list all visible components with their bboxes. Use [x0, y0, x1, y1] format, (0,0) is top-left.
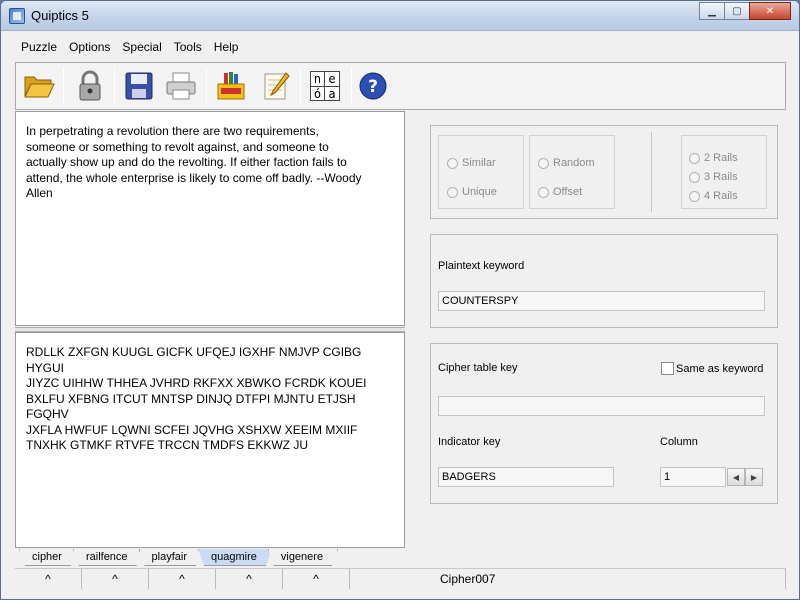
radio-offset[interactable]: Offset [538, 186, 582, 198]
close-button[interactable]: ✕ [749, 2, 791, 20]
nea-letters-icon: n e ó a [310, 71, 340, 101]
lock-icon [79, 70, 101, 101]
options-group: Similar Unique Random Offset 2 Rails 3 R… [430, 125, 778, 219]
edit-button[interactable] [259, 69, 293, 103]
column-increment-button[interactable]: ▶ [745, 468, 763, 486]
save-icon [125, 72, 153, 100]
status-caret: ^ [283, 569, 350, 589]
cipher-table-key-input[interactable] [438, 396, 765, 416]
nea-letter: n [311, 72, 325, 87]
nea-letter: ó [311, 87, 325, 101]
radio-label: Unique [462, 186, 497, 198]
menu-special[interactable]: Special [116, 39, 167, 57]
status-caret: ^ [15, 569, 82, 589]
nea-button[interactable]: n e ó a [308, 69, 342, 103]
column-label: Column [660, 436, 698, 448]
same-as-keyword-label: Same as keyword [676, 363, 764, 375]
radio-label: 3 Rails [704, 171, 738, 183]
maximize-button[interactable]: ▢ [724, 2, 750, 20]
notepad-pencil-icon [264, 72, 290, 100]
menu-options[interactable]: Options [63, 39, 116, 57]
status-bar: ^ ^ ^ ^ ^ Cipher007 [15, 568, 786, 589]
menu-help[interactable]: Help [208, 39, 245, 57]
status-caret: ^ [82, 569, 149, 589]
status-caret: ^ [149, 569, 216, 589]
window-controls: ▁ ▢ ✕ [699, 2, 791, 20]
help-icon: ? [359, 72, 387, 100]
radio-dot [689, 190, 700, 202]
indicator-key-input[interactable]: BADGERS [438, 467, 614, 487]
cipher-tabs: cipher railfence playfair quagmire vigen… [19, 549, 334, 566]
same-as-keyword-checkbox[interactable] [661, 362, 674, 375]
close-icon: ✕ [765, 5, 775, 17]
menu-puzzle[interactable]: Puzzle [15, 39, 63, 57]
crayons-button[interactable] [214, 69, 248, 103]
radio-label: Similar [462, 157, 496, 169]
radio-label: Random [553, 157, 595, 169]
app-icon[interactable] [9, 8, 25, 24]
printer-icon [166, 72, 196, 100]
column-decrement-button[interactable]: ◀ [727, 468, 745, 486]
nea-letter: a [328, 87, 336, 101]
plaintext-keyword-input[interactable]: COUNTERSPY [438, 291, 765, 311]
tab-playfair[interactable]: playfair [139, 549, 202, 566]
column-input[interactable]: 1 [660, 467, 726, 487]
tab-railfence[interactable]: railfence [73, 549, 143, 566]
open-button[interactable] [22, 69, 56, 103]
radio-dot [447, 157, 458, 169]
radio-label: 4 Rails [704, 190, 738, 202]
minimize-button[interactable]: ▁ [699, 2, 725, 20]
tab-quagmire[interactable]: quagmire [198, 549, 272, 566]
radio-label: 2 Rails [704, 152, 738, 164]
lock-button[interactable] [73, 69, 107, 103]
radio-label: Offset [553, 186, 583, 198]
radio-random[interactable]: Random [538, 157, 595, 169]
radio-3-rails[interactable]: 3 Rails [689, 171, 738, 183]
print-button[interactable] [164, 69, 198, 103]
radio-dot [689, 152, 700, 164]
indicator-key-label: Indicator key [438, 436, 501, 448]
radio-unique[interactable]: Unique [447, 186, 497, 198]
title-bar[interactable]: Quiptics 5 ▁ ▢ ✕ [1, 1, 799, 31]
minimize-icon: ▁ [708, 5, 716, 17]
app-window: Quiptics 5 ▁ ▢ ✕ Puzzle Options Special … [0, 0, 800, 600]
radio-dot [538, 157, 549, 169]
radio-similar[interactable]: Similar [447, 157, 496, 169]
plaintext-keyword-label: Plaintext keyword [438, 260, 525, 272]
radio-4-rails[interactable]: 4 Rails [689, 190, 738, 202]
plaintext-keyword-group: Plaintext keyword COUNTERSPY [430, 234, 778, 328]
arrow-left-icon: ◀ [732, 472, 740, 482]
window-title: Quiptics 5 [31, 8, 89, 23]
tab-vigenere[interactable]: vigenere [268, 549, 338, 566]
radio-dot [447, 186, 458, 198]
plaintext-panel[interactable]: In perpetrating a revolution there are t… [15, 111, 405, 326]
crayons-icon [217, 72, 245, 100]
menu-bar: Puzzle Options Special Tools Help [15, 39, 244, 57]
nea-letter: e [325, 72, 339, 87]
menu-tools[interactable]: Tools [168, 39, 208, 57]
radio-dot [538, 186, 549, 198]
maximize-icon: ▢ [732, 5, 742, 17]
radio-dot [689, 171, 700, 183]
cipher-table-key-label: Cipher table key [438, 362, 518, 374]
arrow-right-icon: ▶ [750, 472, 758, 482]
save-button[interactable] [122, 69, 156, 103]
folder-open-icon [24, 76, 55, 98]
ciphertext-panel[interactable]: RDLLK ZXFGN KUUGL GICFK UFQEJ IGXHF NMJV… [15, 332, 405, 548]
toolbar: n e ó a ? [15, 62, 786, 110]
svg-text:?: ? [368, 77, 378, 97]
status-caret: ^ [216, 569, 283, 589]
status-cipher-name: Cipher007 [350, 569, 786, 589]
cipher-table-group: Cipher table key Same as keyword Indicat… [430, 343, 778, 504]
radio-2-rails[interactable]: 2 Rails [689, 152, 738, 164]
tab-cipher[interactable]: cipher [19, 549, 77, 566]
help-button[interactable]: ? [356, 69, 390, 103]
